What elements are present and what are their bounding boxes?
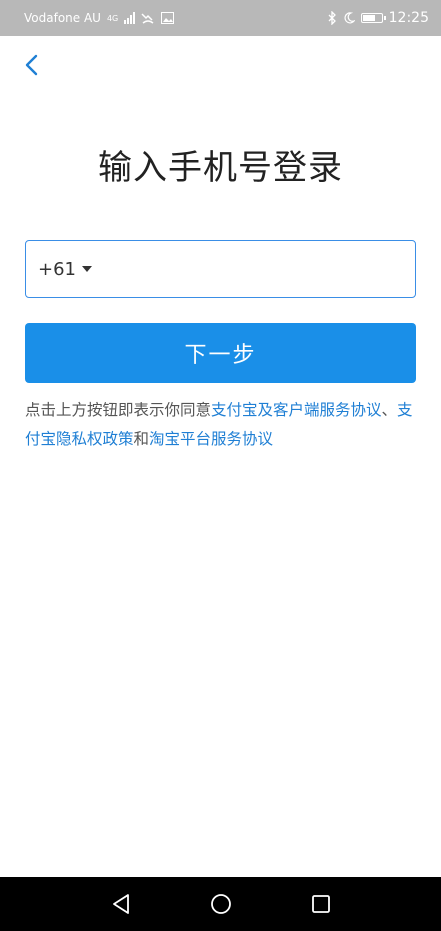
alipay-service-agreement-link[interactable]: 支付宝及客户端服务协议: [211, 401, 382, 419]
caret-down-icon: [82, 266, 92, 272]
status-time: 12:25: [388, 10, 429, 26]
carrier-label: Vodafone AU: [24, 11, 101, 25]
taobao-service-agreement-link[interactable]: 淘宝平台服务协议: [149, 430, 273, 448]
image-notification-icon: [161, 12, 175, 24]
nav-recent-button[interactable]: [307, 890, 335, 918]
square-recent-icon: [311, 895, 330, 913]
bluetooth-icon: [328, 11, 336, 25]
agreement-text: 点击上方按钮即表示你同意支付宝及客户端服务协议、支付宝隐私权政策和淘宝平台服务协…: [25, 396, 420, 454]
back-button[interactable]: [16, 50, 46, 80]
country-code-value: +61: [38, 258, 76, 280]
agreement-separator: 、: [381, 401, 398, 419]
country-code-selector[interactable]: +61: [38, 259, 92, 280]
page-title: 输入手机号登录: [98, 148, 343, 188]
missed-call-icon: [141, 13, 154, 24]
moon-icon: [344, 12, 355, 24]
nav-home-button[interactable]: [207, 890, 235, 918]
system-nav-bar: [0, 877, 441, 931]
next-button[interactable]: 下一步: [25, 323, 416, 383]
phone-input-box[interactable]: +61: [25, 240, 416, 298]
status-right: 12:25: [327, 10, 429, 26]
circle-home-icon: [210, 894, 231, 914]
triangle-back-icon: [112, 894, 129, 914]
chevron-left-icon: [25, 54, 38, 76]
network-type: 4G: [106, 13, 119, 23]
nav-back-button[interactable]: [107, 890, 135, 918]
agreement-and: 和: [133, 430, 150, 448]
status-bar: Vodafone AU 4G 12:25: [0, 0, 441, 36]
status-left: Vodafone AU 4G: [24, 11, 175, 25]
phone-number-field[interactable]: [102, 240, 415, 298]
battery-icon: [360, 13, 386, 23]
agreement-prefix: 点击上方按钮即表示你同意: [25, 401, 212, 419]
signal-icon: [124, 12, 136, 24]
